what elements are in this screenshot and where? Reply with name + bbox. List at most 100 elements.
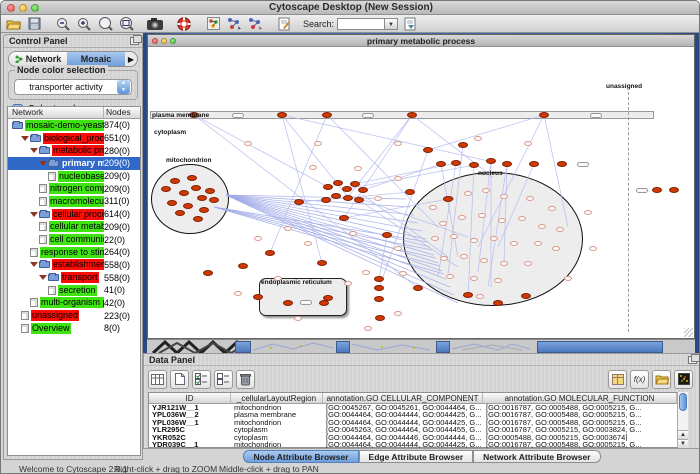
annotation-button[interactable] xyxy=(275,16,293,32)
network-node-unselected[interactable] xyxy=(446,274,454,279)
network-node-plain[interactable] xyxy=(232,113,244,118)
network-node-unselected[interactable] xyxy=(526,196,534,201)
scroll-down-arrow[interactable]: ▼ xyxy=(678,439,688,448)
network-node-unselected[interactable] xyxy=(309,165,317,170)
tree-item-macromolecule[interactable]: macromolecule311(0) xyxy=(8,195,140,208)
network-node-unselected[interactable] xyxy=(464,191,472,196)
open-session-button[interactable] xyxy=(4,16,22,32)
background-window-titlebar[interactable] xyxy=(436,341,450,353)
network-node-unselected[interactable] xyxy=(480,258,488,263)
network-node-unselected[interactable] xyxy=(500,261,508,266)
network-node-highlighted[interactable] xyxy=(358,187,368,193)
table-row[interactable]: YDR039C__1mitochondrion[GO:0044464, GO:0… xyxy=(149,441,687,448)
network-node-unselected[interactable] xyxy=(534,241,542,246)
network-node-highlighted[interactable] xyxy=(557,161,567,167)
network-node-unselected[interactable] xyxy=(244,141,252,146)
network-node-unselected[interactable] xyxy=(510,241,518,246)
expand-triangle-icon[interactable] xyxy=(21,136,29,141)
tree-item-establishment-of-lo[interactable]: establishment of lo558(0) xyxy=(8,259,140,272)
network-node-unselected[interactable] xyxy=(429,205,437,210)
create-attribute-button[interactable] xyxy=(170,370,189,389)
network-node-highlighted[interactable] xyxy=(331,193,341,199)
tree-item-metabolic-process[interactable]: metabolic process280(0) xyxy=(8,144,140,157)
network-node-highlighted[interactable] xyxy=(193,216,203,222)
tree-item-overview[interactable]: Overview8(0) xyxy=(8,322,140,335)
save-session-button[interactable] xyxy=(25,16,43,32)
attribute-batch-button[interactable] xyxy=(608,370,627,389)
import-attributes-button[interactable] xyxy=(652,370,671,389)
table-row[interactable]: YPL036W__1mitochondrion[GO:0044464, GO:0… xyxy=(149,419,687,426)
select-all-attributes-button[interactable] xyxy=(192,370,211,389)
tree-item-response-to-stimulu[interactable]: response to stimulu264(0) xyxy=(8,246,140,259)
tree-item-cellular-process[interactable]: cellular process614(0) xyxy=(8,208,140,221)
network-node-highlighted[interactable] xyxy=(277,112,287,118)
network-node-highlighted[interactable] xyxy=(191,185,201,191)
network-node-unselected[interactable] xyxy=(362,270,370,275)
tree-column-nodes[interactable]: Nodes xyxy=(104,107,140,118)
network-view-window[interactable]: primary metabolic process plasma membran… xyxy=(147,34,695,339)
vizmapper-button[interactable] xyxy=(204,16,222,32)
network-node-unselected[interactable] xyxy=(450,234,458,239)
network-node-unselected[interactable] xyxy=(394,176,402,181)
network-node-unselected[interactable] xyxy=(314,141,322,146)
table-row[interactable]: YLR295Ccytoplasm[GO:0045263, GO:0044464,… xyxy=(149,426,687,433)
network-node-highlighted[interactable] xyxy=(405,189,415,195)
network-node-unselected[interactable] xyxy=(498,218,506,223)
float-panel-icon[interactable] xyxy=(688,356,697,364)
network-node-unselected[interactable] xyxy=(349,231,357,236)
float-panel-icon[interactable] xyxy=(130,37,139,45)
network-node-highlighted[interactable] xyxy=(339,215,349,221)
network-node-unselected[interactable] xyxy=(304,241,312,246)
network-node-highlighted[interactable] xyxy=(342,186,352,192)
network-node-highlighted[interactable] xyxy=(199,207,209,213)
tab-network-attribute-browser[interactable]: Network Attribute Browser xyxy=(473,450,600,463)
network-node-unselected[interactable] xyxy=(552,246,560,251)
tree-item-nitrogen-compo[interactable]: nitrogen compo209(0) xyxy=(8,182,140,195)
tree-item-primary-metabo[interactable]: primary metabo209(0) xyxy=(8,157,140,170)
network-node-unselected[interactable] xyxy=(431,236,439,241)
edit-network-delete-button[interactable] xyxy=(246,16,264,32)
search-input[interactable] xyxy=(337,18,385,30)
network-node-highlighted[interactable] xyxy=(350,181,360,187)
network-node-highlighted[interactable] xyxy=(354,197,364,203)
resize-grip[interactable] xyxy=(684,328,693,337)
network-node-highlighted[interactable] xyxy=(423,147,433,153)
network-node-highlighted[interactable] xyxy=(209,197,219,203)
network-node-plain[interactable] xyxy=(577,162,589,167)
network-node-highlighted[interactable] xyxy=(502,161,512,167)
network-node-highlighted[interactable] xyxy=(374,285,384,291)
network-node-highlighted[interactable] xyxy=(469,162,479,168)
tab-mosaic[interactable]: Mosaic xyxy=(67,52,125,66)
edit-network-add-button[interactable] xyxy=(225,16,243,32)
network-node-unselected[interactable] xyxy=(470,276,478,281)
network-node-highlighted[interactable] xyxy=(161,186,171,192)
network-node-highlighted[interactable] xyxy=(669,187,679,193)
scrollbar-thumb[interactable] xyxy=(679,393,687,411)
network-node-unselected[interactable] xyxy=(234,291,242,296)
tree-item-nucleobase-[interactable]: nucleobase-209(0) xyxy=(8,170,140,183)
tree-item-mosaic-demo-yeast[interactable]: mosaic-demo-yeast874(0) xyxy=(8,119,140,132)
network-node-highlighted[interactable] xyxy=(486,158,496,164)
network-window-titlebar[interactable]: primary metabolic process xyxy=(148,35,694,47)
table-row[interactable]: YJR121W__1mitochondrion[GO:0045267, GO:0… xyxy=(149,404,687,411)
window-titlebar[interactable]: Cytoscape Desktop (New Session) xyxy=(1,1,700,15)
network-node-unselected[interactable] xyxy=(524,261,532,266)
search-dropdown-button[interactable]: ▼ xyxy=(385,18,398,30)
network-node-highlighted[interactable] xyxy=(283,300,293,306)
tab-overflow-arrow[interactable]: ▶ xyxy=(125,55,137,64)
network-node-unselected[interactable] xyxy=(374,196,382,201)
zoom-fit-button[interactable] xyxy=(117,16,135,32)
tree-item-cellular-metabo[interactable]: cellular metabo209(0) xyxy=(8,221,140,234)
formula-builder-button[interactable]: f(x) xyxy=(630,370,649,389)
network-node-unselected[interactable] xyxy=(538,224,546,229)
network-node-highlighted[interactable] xyxy=(317,260,327,266)
column-cellular-layout-region[interactable]: _cellularLayoutRegion xyxy=(231,393,323,403)
network-node-unselected[interactable] xyxy=(478,213,486,218)
network-node-highlighted[interactable] xyxy=(451,160,461,166)
network-node-unselected[interactable] xyxy=(254,236,262,241)
unselect-all-attributes-button[interactable] xyxy=(214,370,233,389)
expand-triangle-icon[interactable] xyxy=(30,148,38,153)
background-window-titlebar[interactable] xyxy=(235,341,251,353)
network-node-unselected[interactable] xyxy=(490,236,498,241)
network-node-highlighted[interactable] xyxy=(319,300,329,306)
